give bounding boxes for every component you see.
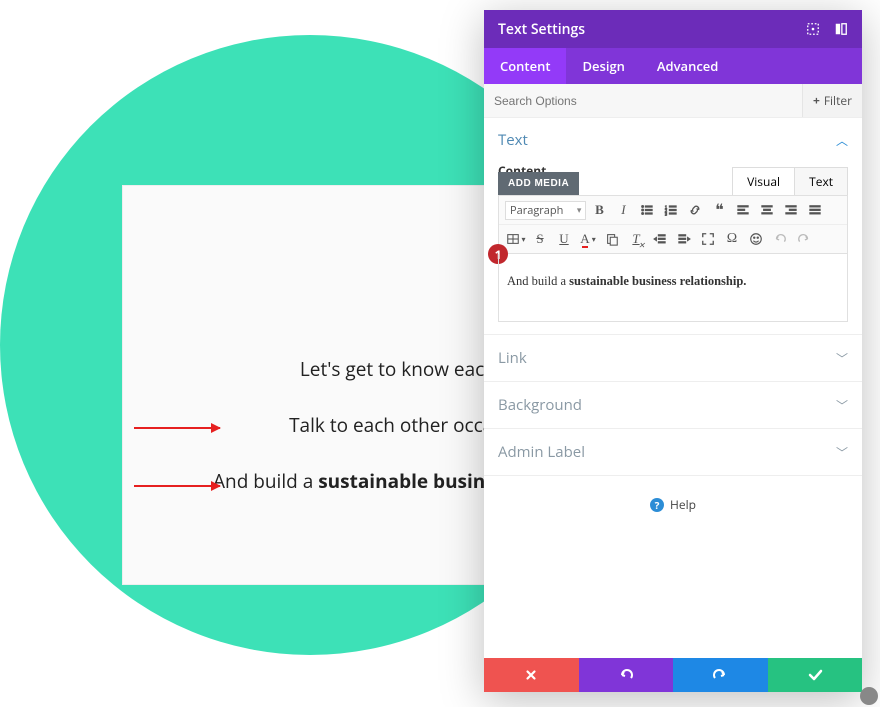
panel-footer xyxy=(484,658,862,692)
search-row: +Filter xyxy=(484,84,862,118)
bold-icon[interactable]: B xyxy=(588,200,610,220)
editor-text-prefix: And build a xyxy=(507,274,569,288)
svg-text:3: 3 xyxy=(665,211,668,216)
tab-design[interactable]: Design xyxy=(566,48,640,84)
section-background[interactable]: Background ﹀ xyxy=(484,382,862,429)
section-link-title: Link xyxy=(498,348,527,368)
redo-button[interactable] xyxy=(673,658,768,692)
search-input[interactable] xyxy=(484,84,802,117)
align-justify-icon[interactable] xyxy=(804,200,826,220)
editor-text-bold: sustainable business relationship. xyxy=(569,274,746,288)
filter-button[interactable]: +Filter xyxy=(802,84,862,117)
editor-tab-visual[interactable]: Visual xyxy=(733,168,795,195)
section-text-title: Text xyxy=(498,130,528,150)
text-color-icon[interactable]: A▾ xyxy=(577,229,599,249)
section-admin-label[interactable]: Admin Label ﹀ xyxy=(484,429,862,476)
bullet-list-icon[interactable] xyxy=(636,200,658,220)
chevron-down-icon: ﹀ xyxy=(836,397,848,414)
section-background-title: Background xyxy=(498,395,582,415)
tab-content[interactable]: Content xyxy=(484,48,566,84)
section-admin-label-title: Admin Label xyxy=(498,442,585,462)
indent-icon[interactable] xyxy=(673,229,695,249)
paragraph-selector[interactable]: Paragraph xyxy=(505,201,586,220)
settings-tabs: Content Design Advanced xyxy=(484,48,862,84)
snap-icon[interactable] xyxy=(834,22,848,36)
cancel-button[interactable] xyxy=(484,658,579,692)
undo-icon[interactable] xyxy=(769,229,791,249)
help-icon: ? xyxy=(650,498,664,512)
chevron-down-icon: ﹀ xyxy=(836,350,848,367)
annotation-arrow-1 xyxy=(134,427,220,429)
link-icon[interactable] xyxy=(684,200,706,220)
editor-mode-tabs: Visual Text xyxy=(732,167,848,195)
add-media-button[interactable]: ADD MEDIA xyxy=(498,172,579,195)
clear-format-icon[interactable]: T✕ xyxy=(625,229,647,249)
section-link[interactable]: Link ﹀ xyxy=(484,335,862,382)
emoji-icon[interactable] xyxy=(745,229,767,249)
align-right-icon[interactable] xyxy=(780,200,802,220)
preview-line-3-prefix: And build a xyxy=(213,468,318,494)
redo-icon[interactable] xyxy=(793,229,815,249)
corner-badge xyxy=(860,687,878,705)
undo-button[interactable] xyxy=(579,658,674,692)
filter-label: Filter xyxy=(824,92,852,109)
strikethrough-icon[interactable]: S xyxy=(529,229,551,249)
section-text: Text ︿ Content ADD MEDIA Visual Text Par… xyxy=(484,118,862,335)
italic-icon[interactable]: I xyxy=(612,200,634,220)
underline-icon[interactable]: U xyxy=(553,229,575,249)
editor-toolbar: Paragraph B I 123 ❝ ▾ S U A▾ T✕ xyxy=(498,195,848,254)
annotation-arrow-2 xyxy=(134,485,220,487)
align-left-icon[interactable] xyxy=(732,200,754,220)
numbered-list-icon[interactable]: 123 xyxy=(660,200,682,220)
settings-panel: Text Settings Content Design Advanced +F… xyxy=(484,10,862,692)
expand-icon[interactable] xyxy=(806,22,820,36)
paste-icon[interactable] xyxy=(601,229,623,249)
panel-title: Text Settings xyxy=(498,20,585,39)
fullscreen-icon[interactable] xyxy=(697,229,719,249)
editor-body[interactable]: And build a sustainable business relatio… xyxy=(498,254,848,322)
special-char-icon[interactable]: Ω xyxy=(721,229,743,249)
align-center-icon[interactable] xyxy=(756,200,778,220)
panel-header: Text Settings xyxy=(484,10,862,48)
blockquote-icon[interactable]: ❝ xyxy=(708,200,730,220)
editor-tab-text[interactable]: Text xyxy=(795,168,847,195)
save-button[interactable] xyxy=(768,658,863,692)
section-text-header[interactable]: Text ︿ xyxy=(498,130,848,150)
help-label: Help xyxy=(670,496,696,513)
chevron-up-icon: ︿ xyxy=(836,132,848,149)
help-row[interactable]: ? Help xyxy=(484,476,862,533)
tab-advanced[interactable]: Advanced xyxy=(641,48,734,84)
table-icon[interactable]: ▾ xyxy=(505,229,527,249)
chevron-down-icon: ﹀ xyxy=(836,444,848,461)
outdent-icon[interactable] xyxy=(649,229,671,249)
